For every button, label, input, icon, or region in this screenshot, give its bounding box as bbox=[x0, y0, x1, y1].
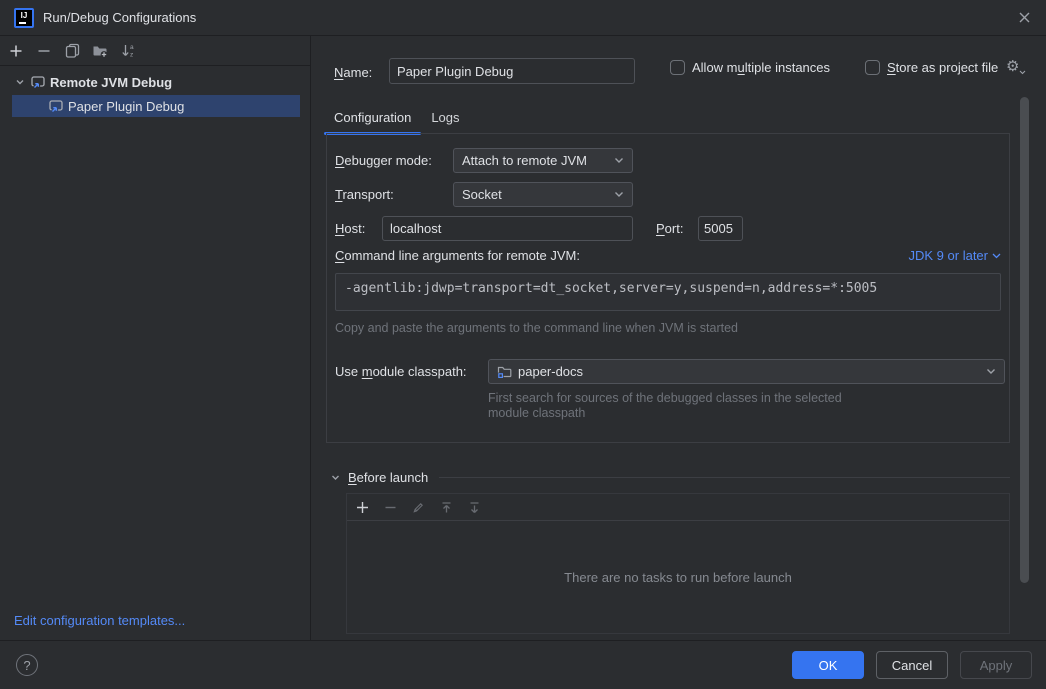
store-as-project-file-checkbox-row[interactable]: Store as project file bbox=[865, 60, 998, 75]
tree-item-paper-plugin-debug[interactable]: Paper Plugin Debug bbox=[12, 95, 300, 117]
remove-configuration-icon[interactable] bbox=[36, 43, 52, 59]
collapse-chevron-icon[interactable] bbox=[330, 472, 341, 483]
tree-group-remote-jvm-debug[interactable]: Remote JVM Debug bbox=[0, 71, 310, 93]
tab-logs[interactable]: Logs bbox=[421, 102, 469, 135]
main-panel: Name: Allow multiple instances Store as … bbox=[312, 36, 1046, 640]
footer: ? OK Cancel Apply bbox=[0, 640, 1046, 689]
command-line-args-input[interactable]: -agentlib:jdwp=transport=dt_socket,serve… bbox=[335, 273, 1001, 311]
port-input[interactable] bbox=[698, 216, 743, 241]
before-launch-empty-text: There are no tasks to run before launch bbox=[347, 521, 1009, 633]
gear-icon: ⚙ bbox=[1006, 59, 1019, 75]
before-launch-panel: There are no tasks to run before launch bbox=[346, 493, 1010, 634]
store-options-gear-button[interactable]: ⚙ bbox=[1006, 59, 1026, 75]
remote-debug-config-icon bbox=[30, 74, 46, 90]
before-launch-toolbar bbox=[347, 494, 1009, 521]
logo-underline bbox=[19, 22, 26, 24]
edit-task-icon[interactable] bbox=[412, 501, 425, 514]
chevron-down-icon bbox=[986, 368, 996, 375]
chevron-down-icon bbox=[992, 253, 1001, 259]
command-line-args-label: Command line arguments for remote JVM: bbox=[335, 248, 580, 263]
svg-text:z: z bbox=[130, 52, 133, 59]
jdk-version-selector[interactable]: JDK 9 or later bbox=[909, 248, 1001, 263]
move-down-icon[interactable] bbox=[468, 501, 481, 514]
cancel-button[interactable]: Cancel bbox=[876, 651, 948, 679]
tab-configuration[interactable]: Configuration bbox=[324, 102, 421, 135]
allow-multiple-instances-label: Allow multiple instances bbox=[692, 60, 830, 75]
titlebar: IJ Run/Debug Configurations bbox=[0, 0, 1046, 36]
intellij-logo-icon: IJ bbox=[14, 8, 34, 28]
close-icon[interactable] bbox=[1012, 6, 1036, 30]
sidebar-toolbar: a z bbox=[0, 36, 310, 66]
new-folder-icon[interactable] bbox=[92, 43, 108, 59]
remove-task-icon[interactable] bbox=[384, 501, 397, 514]
config-tabs: Configuration Logs bbox=[324, 102, 470, 135]
host-input[interactable] bbox=[382, 216, 633, 241]
tree-item-label: Paper Plugin Debug bbox=[68, 99, 184, 114]
port-label: Port: bbox=[656, 221, 683, 236]
copy-configuration-icon[interactable] bbox=[64, 43, 80, 59]
move-to-top-icon[interactable] bbox=[440, 501, 453, 514]
chevron-down-icon bbox=[614, 157, 624, 164]
configurations-tree: Remote JVM Debug Paper Plugin Debug bbox=[0, 66, 310, 117]
allow-multiple-instances-checkbox-row[interactable]: Allow multiple instances bbox=[670, 60, 830, 75]
tree-group-label: Remote JVM Debug bbox=[50, 75, 172, 90]
edit-configuration-templates-link[interactable]: Edit configuration templates... bbox=[14, 613, 185, 628]
chevron-down-icon bbox=[614, 191, 624, 198]
store-as-project-file-checkbox[interactable] bbox=[865, 60, 880, 75]
vertical-scrollbar-thumb[interactable] bbox=[1020, 97, 1029, 583]
module-classpath-hint: First search for sources of the debugged… bbox=[488, 391, 842, 421]
sort-alphabetically-icon[interactable]: a z bbox=[120, 43, 136, 59]
help-icon: ? bbox=[23, 658, 30, 673]
run-debug-configurations-dialog: IJ Run/Debug Configurations bbox=[0, 0, 1046, 689]
ok-button[interactable]: OK bbox=[792, 651, 864, 679]
store-as-project-file-label: Store as project file bbox=[887, 60, 998, 75]
host-label: Host: bbox=[335, 221, 365, 236]
apply-button: Apply bbox=[960, 651, 1032, 679]
add-configuration-icon[interactable] bbox=[8, 43, 24, 59]
transport-label: Transport: bbox=[335, 187, 394, 202]
module-classpath-label: Use module classpath: bbox=[335, 364, 467, 379]
command-line-args-hint: Copy and paste the arguments to the comm… bbox=[335, 321, 738, 336]
before-launch-header: Before launch bbox=[330, 470, 1010, 485]
section-divider bbox=[439, 477, 1010, 478]
before-launch-label: Before launch bbox=[348, 470, 428, 485]
configuration-tab-content: Debugger mode: Attach to remote JVM Tran… bbox=[326, 133, 1010, 443]
sidebar: a z Remote JVM Debug bbox=[0, 36, 311, 640]
module-icon bbox=[497, 364, 512, 379]
debugger-mode-label: Debugger mode: bbox=[335, 153, 432, 168]
transport-select[interactable]: Socket bbox=[453, 182, 633, 207]
remote-debug-config-icon bbox=[48, 98, 64, 114]
debugger-mode-select[interactable]: Attach to remote JVM bbox=[453, 148, 633, 173]
name-label: Name: bbox=[334, 59, 372, 85]
chevron-down-icon[interactable] bbox=[14, 76, 26, 88]
help-button[interactable]: ? bbox=[16, 654, 38, 676]
module-classpath-select[interactable]: paper-docs bbox=[488, 359, 1005, 384]
name-input[interactable] bbox=[389, 58, 635, 84]
logo-letters: IJ bbox=[21, 12, 28, 20]
allow-multiple-instances-checkbox[interactable] bbox=[670, 60, 685, 75]
dialog-title: Run/Debug Configurations bbox=[43, 10, 196, 25]
add-task-icon[interactable] bbox=[356, 501, 369, 514]
svg-text:a: a bbox=[130, 44, 134, 51]
